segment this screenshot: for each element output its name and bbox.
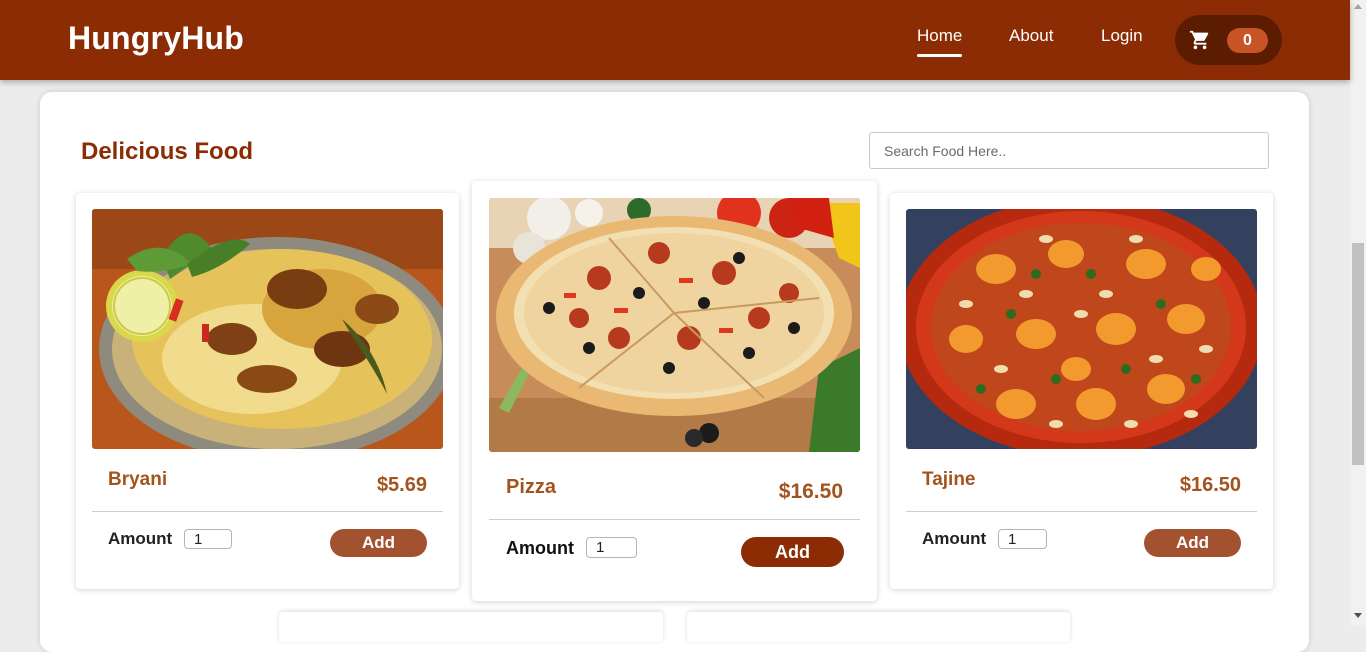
- cart-button[interactable]: 0: [1175, 15, 1282, 65]
- food-card-pizza: Pizza $16.50 Amount Add: [472, 181, 877, 601]
- food-card-partial: [279, 612, 663, 642]
- food-name: Pizza: [506, 476, 557, 498]
- tajine-image: [906, 209, 1257, 449]
- card-divider: [906, 511, 1257, 512]
- search-input[interactable]: [869, 132, 1269, 169]
- scrollbar-thumb[interactable]: [1352, 243, 1364, 465]
- scroll-down-arrow-icon[interactable]: [1354, 613, 1362, 618]
- bryani-image: [92, 209, 443, 449]
- section-title: Delicious Food: [81, 138, 254, 165]
- amount-input[interactable]: [586, 537, 637, 558]
- add-to-cart-button[interactable]: Add: [741, 537, 844, 567]
- nav-home-link[interactable]: Home: [917, 26, 963, 57]
- card-divider: [92, 511, 443, 512]
- amount-input[interactable]: [184, 529, 232, 549]
- scroll-up-arrow-icon[interactable]: [1354, 4, 1362, 9]
- amount-label: Amount: [922, 529, 987, 548]
- amount-label: Amount: [506, 538, 574, 558]
- food-name: Tajine: [922, 469, 976, 490]
- food-price: $16.50: [1179, 474, 1241, 496]
- food-name: Bryani: [108, 469, 168, 490]
- food-price: $16.50: [778, 480, 843, 503]
- app-logo[interactable]: HungryHub: [68, 20, 244, 57]
- amount-input[interactable]: [998, 529, 1047, 549]
- nav-about-link[interactable]: About: [1009, 26, 1053, 46]
- pizza-image: [489, 198, 860, 452]
- card-divider: [489, 519, 860, 520]
- add-to-cart-button[interactable]: Add: [330, 529, 427, 557]
- nav-login-link[interactable]: Login: [1101, 26, 1143, 46]
- food-card-bryani: Bryani $5.69 Amount Add: [76, 193, 459, 589]
- cart-count-badge: 0: [1227, 28, 1268, 53]
- food-card-tajine: Tajine $16.50 Amount Add: [890, 193, 1273, 589]
- shopping-cart-icon: [1189, 30, 1209, 50]
- top-navbar: HungryHub Home About Login 0: [0, 0, 1350, 80]
- food-price: $5.69: [376, 474, 427, 496]
- add-to-cart-button[interactable]: Add: [1144, 529, 1241, 557]
- food-card-partial: [687, 612, 1070, 642]
- amount-label: Amount: [108, 529, 173, 548]
- page-scrollbar[interactable]: [1350, 0, 1366, 625]
